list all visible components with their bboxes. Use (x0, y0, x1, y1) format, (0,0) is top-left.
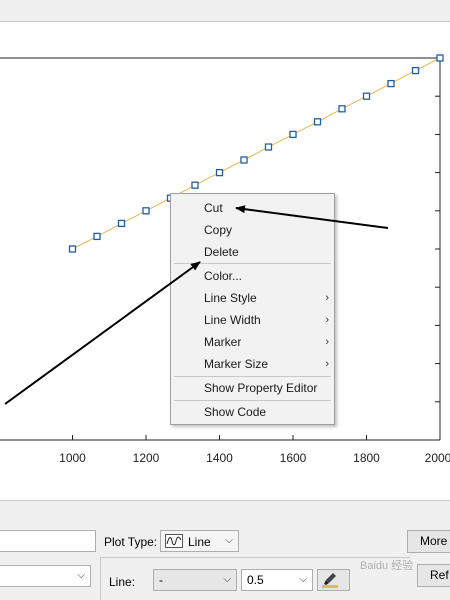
menu-item-cut[interactable]: Cut (172, 198, 333, 219)
menu-item-label: Show Code (204, 405, 267, 419)
chevron-down-icon: ⌵ (223, 574, 231, 585)
menu-item-label: Marker Size (204, 357, 269, 371)
data-point-marker (215, 168, 224, 177)
chevron-down-icon: ⌵ (225, 535, 233, 546)
line-style-value: - (159, 573, 163, 587)
chevron-down-icon: ⌵ (77, 570, 85, 581)
data-point-marker (142, 207, 150, 215)
menu-separator (174, 376, 331, 377)
line-style-dropdown[interactable]: - ⌵ (153, 569, 237, 591)
x-tick-label: 1200 (133, 451, 160, 465)
chevron-right-icon: › (325, 358, 329, 370)
line-color-button[interactable] (317, 569, 350, 591)
chevron-right-icon: › (325, 314, 329, 326)
menu-item-label: Line Style (204, 291, 257, 305)
data-point-marker (436, 54, 444, 62)
plot-type-value: Line (188, 535, 211, 549)
window-top-strip (0, 0, 450, 22)
chevron-right-icon: › (325, 336, 329, 348)
watermark-text: Baidu 经验 (360, 560, 414, 572)
menu-item-label: Copy (204, 223, 233, 237)
menu-item-label: Marker (204, 335, 242, 349)
menu-item-marker[interactable]: Marker › (172, 332, 333, 353)
plot-type-dropdown[interactable]: Line ⌵ (160, 530, 239, 552)
x-tick-label: 1600 (280, 451, 307, 465)
data-point-marker (93, 232, 101, 241)
menu-item-delete[interactable]: Delete (172, 242, 333, 263)
x-tick-label: 2000 (425, 451, 450, 465)
menu-item-label: Color... (204, 269, 243, 283)
refresh-button[interactable]: Ref (417, 564, 450, 587)
property-panel: Plot Type: Line ⌵ More ⌵ Line: - ⌵ 0.5 ⌵… (0, 500, 450, 600)
menu-item-marker-size[interactable]: Marker Size › (172, 354, 333, 375)
line-label: Line: (109, 575, 136, 589)
menu-item-label: Show Property Editor (204, 381, 318, 395)
data-point-marker (289, 130, 297, 139)
x-tick-label: 1000 (59, 451, 86, 465)
data-point-marker (68, 245, 77, 253)
menu-item-copy[interactable]: Copy (172, 220, 333, 241)
menu-separator (174, 263, 331, 264)
menu-item-label: Line Width (204, 313, 261, 327)
plot-type-label: Plot Type: (104, 535, 158, 549)
x-tick-label: 1800 (353, 451, 380, 465)
data-point-marker (338, 105, 346, 113)
series-dropdown[interactable]: ⌵ (0, 565, 91, 587)
data-point-marker (191, 181, 199, 189)
menu-item-label: Delete (204, 245, 239, 259)
line-width-value: 0.5 (247, 573, 264, 587)
line-width-dropdown[interactable]: 0.5 ⌵ (241, 569, 313, 591)
data-point-marker (387, 79, 395, 88)
x-tick-label: 1400 (206, 451, 233, 465)
menu-item-label: Cut (204, 201, 223, 215)
menu-item-line-width[interactable]: Line Width › (172, 310, 333, 331)
context-menu: Cut Copy Delete Color... Line Style › Lin… (170, 193, 335, 425)
paint-brush-icon (322, 573, 338, 588)
data-point-marker (362, 92, 371, 100)
data-point-marker (264, 143, 273, 151)
line-plot-icon (165, 534, 183, 548)
menu-item-show-code[interactable]: Show Code (172, 402, 333, 423)
name-field[interactable] (0, 530, 96, 552)
data-point-marker (117, 219, 126, 228)
menu-item-line-style[interactable]: Line Style › (172, 288, 333, 309)
menu-item-color[interactable]: Color... (172, 266, 333, 287)
chevron-right-icon: › (325, 292, 329, 304)
data-point-marker (240, 156, 248, 164)
more-button[interactable]: More (407, 530, 450, 553)
chevron-down-icon: ⌵ (299, 574, 307, 585)
menu-item-show-property-editor[interactable]: Show Property Editor (172, 378, 333, 399)
menu-separator (174, 400, 331, 401)
data-point-marker (313, 118, 322, 126)
data-point-marker (411, 66, 420, 75)
